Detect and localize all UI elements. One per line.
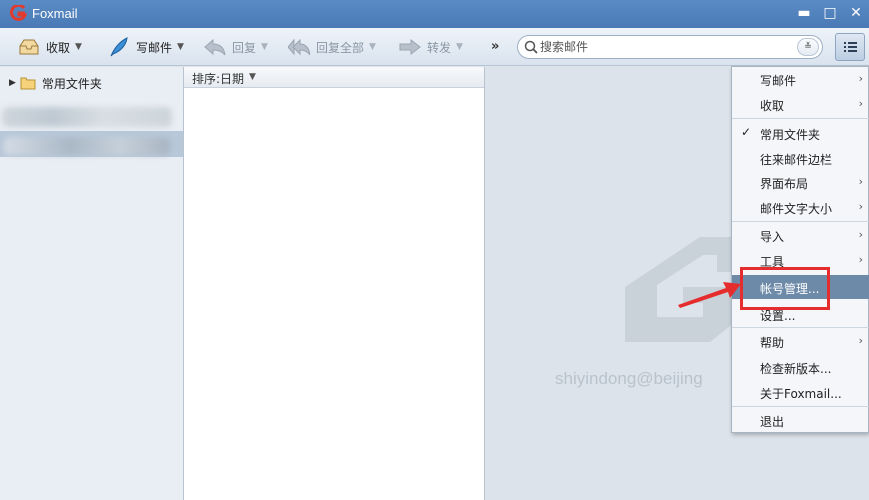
annotation-arrow-icon [678, 282, 741, 308]
menu-item-layout[interactable]: 界面布局 › [732, 170, 869, 194]
main-menu-button[interactable] [835, 33, 865, 61]
menu-item-check-updates[interactable]: 检查新版本... [732, 355, 869, 379]
reply-label: 回复 [232, 40, 257, 55]
search-input[interactable] [540, 39, 788, 55]
main-menu-dropdown: 写邮件 › 收取 › ✓ 常用文件夹 往来邮件边栏 界面布局 › 邮件文字大小 … [731, 66, 869, 433]
reply-button[interactable]: 回复 ▼ [204, 34, 268, 60]
reply-dropdown-icon[interactable]: ▼ [261, 42, 268, 52]
submenu-arrow-icon: › [858, 228, 863, 241]
menu-item-favorite-folders[interactable]: ✓ 常用文件夹 [732, 121, 869, 145]
menu-separator [732, 221, 869, 222]
menu-separator [732, 118, 869, 119]
menu-item-label: 邮件文字大小 [760, 202, 833, 216]
foxmail-logo-icon [10, 5, 27, 21]
sort-header[interactable]: 排序:日期 ▼ [184, 67, 484, 88]
menu-item-font-size[interactable]: 邮件文字大小 › [732, 195, 869, 219]
search-box: ≚ [517, 35, 823, 59]
app-title: Foxmail [32, 6, 78, 21]
folder-label: 常用文件夹 [41, 76, 102, 91]
receive-button[interactable]: 收取 ▼ [18, 34, 82, 60]
minimize-button[interactable]: ▬ [795, 4, 813, 22]
menu-item-label: 往来邮件边栏 [760, 153, 833, 167]
folder-pane: ▶ 常用文件夹 [0, 67, 184, 500]
reply-arrow-icon [204, 38, 226, 56]
menu-item-compose[interactable]: 写邮件 › [732, 67, 869, 91]
menu-item-label: 界面布局 [760, 177, 809, 191]
menu-separator [732, 406, 869, 407]
annotation-highlight-box [740, 267, 830, 310]
sort-label: 排序:日期 [192, 72, 245, 86]
search-options-icon[interactable]: ≚ [797, 38, 819, 56]
forward-dropdown-icon[interactable]: ▼ [456, 42, 463, 52]
reply-all-arrow-icon [288, 38, 310, 56]
blurred-account-row[interactable] [2, 107, 172, 127]
search-icon [524, 40, 538, 54]
submenu-arrow-icon: › [858, 200, 863, 213]
menu-item-label: 关于Foxmail... [760, 387, 842, 401]
menu-item-label: 常用文件夹 [760, 128, 821, 142]
forward-arrow-icon [399, 38, 421, 56]
title-bar: Foxmail ▬ □ ✕ [0, 0, 869, 28]
submenu-arrow-icon: › [858, 253, 863, 266]
folder-favorites[interactable]: ▶ 常用文件夹 [0, 73, 183, 93]
mail-list-pane: 排序:日期 ▼ [184, 67, 485, 500]
submenu-arrow-icon: › [858, 72, 863, 85]
menu-item-label: 写邮件 [760, 74, 797, 88]
submenu-arrow-icon: › [858, 97, 863, 110]
menu-item-label: 导入 [760, 230, 785, 244]
maximize-button[interactable]: □ [821, 4, 839, 22]
forward-button[interactable]: 转发 ▼ [399, 34, 463, 60]
compose-button[interactable]: 写邮件 ▼ [108, 34, 184, 60]
menu-item-exit[interactable]: 退出 [732, 408, 869, 432]
close-button[interactable]: ✕ [847, 4, 865, 22]
account-email-text: shiyindong@beijing [555, 369, 703, 388]
menu-item-label: 收取 [760, 99, 785, 113]
submenu-arrow-icon: › [858, 334, 863, 347]
menu-item-contacts-sidebar[interactable]: 往来邮件边栏 [732, 146, 869, 170]
menu-item-receive[interactable]: 收取 › [732, 92, 869, 116]
forward-label: 转发 [427, 40, 452, 55]
checkmark-icon: ✓ [741, 125, 752, 139]
menu-separator [732, 327, 869, 328]
expand-arrow-icon[interactable]: ▶ [9, 78, 16, 88]
menu-list-icon [844, 42, 857, 52]
menu-item-label: 检查新版本... [760, 362, 832, 376]
reply-all-dropdown-icon[interactable]: ▼ [369, 42, 376, 52]
menu-item-label: 帮助 [760, 336, 785, 350]
reply-all-label: 回复全部 [316, 40, 365, 55]
more-toolbar-button[interactable]: » [491, 39, 499, 54]
reply-all-button[interactable]: 回复全部 ▼ [288, 34, 376, 60]
receive-dropdown-icon[interactable]: ▼ [75, 42, 82, 52]
menu-item-label: 退出 [760, 415, 785, 429]
inbox-tray-icon [19, 39, 39, 55]
menu-item-import[interactable]: 导入 › [732, 223, 869, 247]
menu-item-about[interactable]: 关于Foxmail... [732, 380, 869, 404]
submenu-arrow-icon: › [858, 175, 863, 188]
folder-icon [20, 77, 36, 90]
toolbar: 收取 ▼ 写邮件 ▼ 回复 ▼ 回复全部 ▼ 转发 ▼ » 搜索邮件 ≚ [0, 28, 869, 66]
compose-dropdown-icon[interactable]: ▼ [177, 42, 184, 52]
sort-dropdown-icon[interactable]: ▼ [249, 72, 256, 82]
feather-pen-icon [110, 37, 128, 57]
blurred-account-name [4, 137, 170, 155]
receive-label: 收取 [46, 40, 71, 55]
menu-item-help[interactable]: 帮助 › [732, 329, 869, 353]
compose-label: 写邮件 [136, 40, 173, 55]
